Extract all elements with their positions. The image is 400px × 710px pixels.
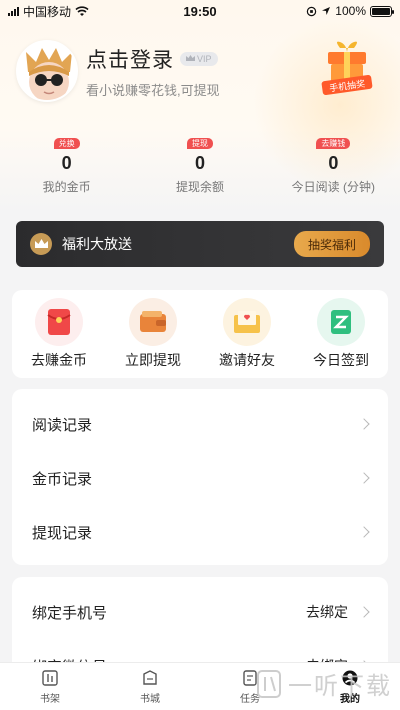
gift-box-icon: 手机抽奖 bbox=[321, 41, 373, 96]
vip-label: VIP bbox=[197, 53, 212, 64]
list-item-label: 金币记录 bbox=[32, 470, 93, 488]
orientation-lock-icon bbox=[307, 6, 317, 16]
tab-bookshelf[interactable]: 书架 bbox=[0, 663, 100, 710]
chevron-right-icon bbox=[358, 606, 370, 618]
watermark-text: 一听下载 bbox=[288, 673, 392, 700]
stat-reading-minutes[interactable]: 去赚钱 0 今日阅读 (分钟) bbox=[267, 138, 400, 195]
stat-value: 0 bbox=[328, 153, 339, 173]
bookshelf-icon bbox=[42, 669, 58, 686]
records-list: 阅读记录 金币记录 提现记录 bbox=[12, 389, 388, 565]
chevron-right-icon bbox=[358, 472, 370, 484]
stat-label: 提现余额 bbox=[175, 180, 224, 194]
list-item-coin-record[interactable]: 金币记录 bbox=[12, 451, 388, 505]
stat-tag[interactable]: 提现 bbox=[186, 138, 213, 149]
list-item-withdraw-record[interactable]: 提现记录 bbox=[12, 505, 388, 559]
list-item-label: 阅读记录 bbox=[32, 416, 93, 434]
action-daily-sign-in[interactable]: 今日签到 bbox=[294, 290, 388, 378]
quick-actions-card: 去赚金币 立即提现 邀请好友 今日签到 bbox=[12, 290, 388, 378]
tab-bookstore[interactable]: 书城 bbox=[100, 663, 200, 710]
stat-withdraw-balance[interactable]: 提现 0 提现余额 bbox=[133, 138, 266, 195]
invite-envelope-icon bbox=[223, 298, 271, 346]
location-icon bbox=[322, 7, 331, 15]
watermark-logo-icon bbox=[257, 669, 281, 698]
stat-coins[interactable]: 兑换 0 我的金币 bbox=[0, 138, 133, 195]
stat-tag[interactable]: 兑换 bbox=[53, 138, 80, 149]
action-label: 去赚金币 bbox=[31, 352, 87, 368]
stat-label: 今日阅读 (分钟) bbox=[291, 180, 375, 194]
welfare-banner[interactable]: 福利大放送 抽奖福利 bbox=[16, 221, 384, 267]
bind-action-text[interactable]: 去绑定 bbox=[306, 602, 348, 622]
wifi-icon bbox=[75, 5, 89, 16]
action-withdraw[interactable]: 立即提现 bbox=[106, 290, 200, 378]
watermark: 一听下载 bbox=[256, 666, 392, 701]
clock: 19:50 bbox=[183, 3, 217, 19]
login-subtitle: 看小说赚零花钱,可提现 bbox=[86, 82, 220, 98]
action-invite-friends[interactable]: 邀请好友 bbox=[200, 290, 294, 378]
crown-icon bbox=[30, 233, 52, 255]
list-item-label: 绑定手机号 bbox=[32, 604, 108, 622]
avatar-face-icon bbox=[18, 42, 76, 100]
status-bar: 中国移动 19:50 100% bbox=[0, 0, 400, 22]
vip-badge: VIP bbox=[180, 51, 218, 66]
battery-percent: 100% bbox=[335, 4, 366, 18]
carrier-name: 中国移动 bbox=[23, 4, 72, 19]
login-title[interactable]: 点击登录 bbox=[86, 44, 174, 74]
profile-header[interactable]: 点击登录 VIP 看小说赚零花钱,可提现 bbox=[16, 40, 220, 102]
list-item-bind-phone[interactable]: 绑定手机号 去绑定 bbox=[12, 585, 388, 639]
tab-label: 书架 bbox=[40, 693, 60, 705]
action-earn-coins[interactable]: 去赚金币 bbox=[12, 290, 106, 378]
stat-value: 0 bbox=[194, 153, 205, 173]
list-item-reading-record[interactable]: 阅读记录 bbox=[12, 397, 388, 451]
welfare-title: 福利大放送 bbox=[62, 236, 132, 252]
action-label: 立即提现 bbox=[125, 352, 181, 368]
action-label: 邀请好友 bbox=[219, 352, 275, 368]
stat-value: 0 bbox=[61, 153, 72, 173]
tab-label: 书城 bbox=[140, 693, 160, 705]
sign-in-icon bbox=[317, 298, 365, 346]
list-item-label: 提现记录 bbox=[32, 524, 93, 542]
signal-icon bbox=[8, 6, 19, 16]
chevron-right-icon bbox=[358, 526, 370, 538]
action-label: 今日签到 bbox=[313, 352, 369, 368]
stats-row: 兑换 0 我的金币 提现 0 提现余额 去赚钱 0 今日阅读 (分钟) bbox=[0, 138, 400, 195]
red-envelope-icon bbox=[35, 298, 83, 346]
lottery-welfare-button[interactable]: 抽奖福利 bbox=[294, 231, 370, 257]
chevron-right-icon bbox=[358, 418, 370, 430]
stat-label: 我的金币 bbox=[42, 180, 91, 194]
stat-tag[interactable]: 去赚钱 bbox=[316, 138, 351, 149]
battery-icon bbox=[370, 5, 394, 17]
bookstore-icon bbox=[143, 669, 157, 685]
lottery-gift-button[interactable]: 手机抽奖 bbox=[320, 40, 374, 98]
avatar[interactable] bbox=[16, 40, 78, 102]
crown-icon bbox=[186, 55, 195, 61]
wallet-icon bbox=[129, 298, 177, 346]
